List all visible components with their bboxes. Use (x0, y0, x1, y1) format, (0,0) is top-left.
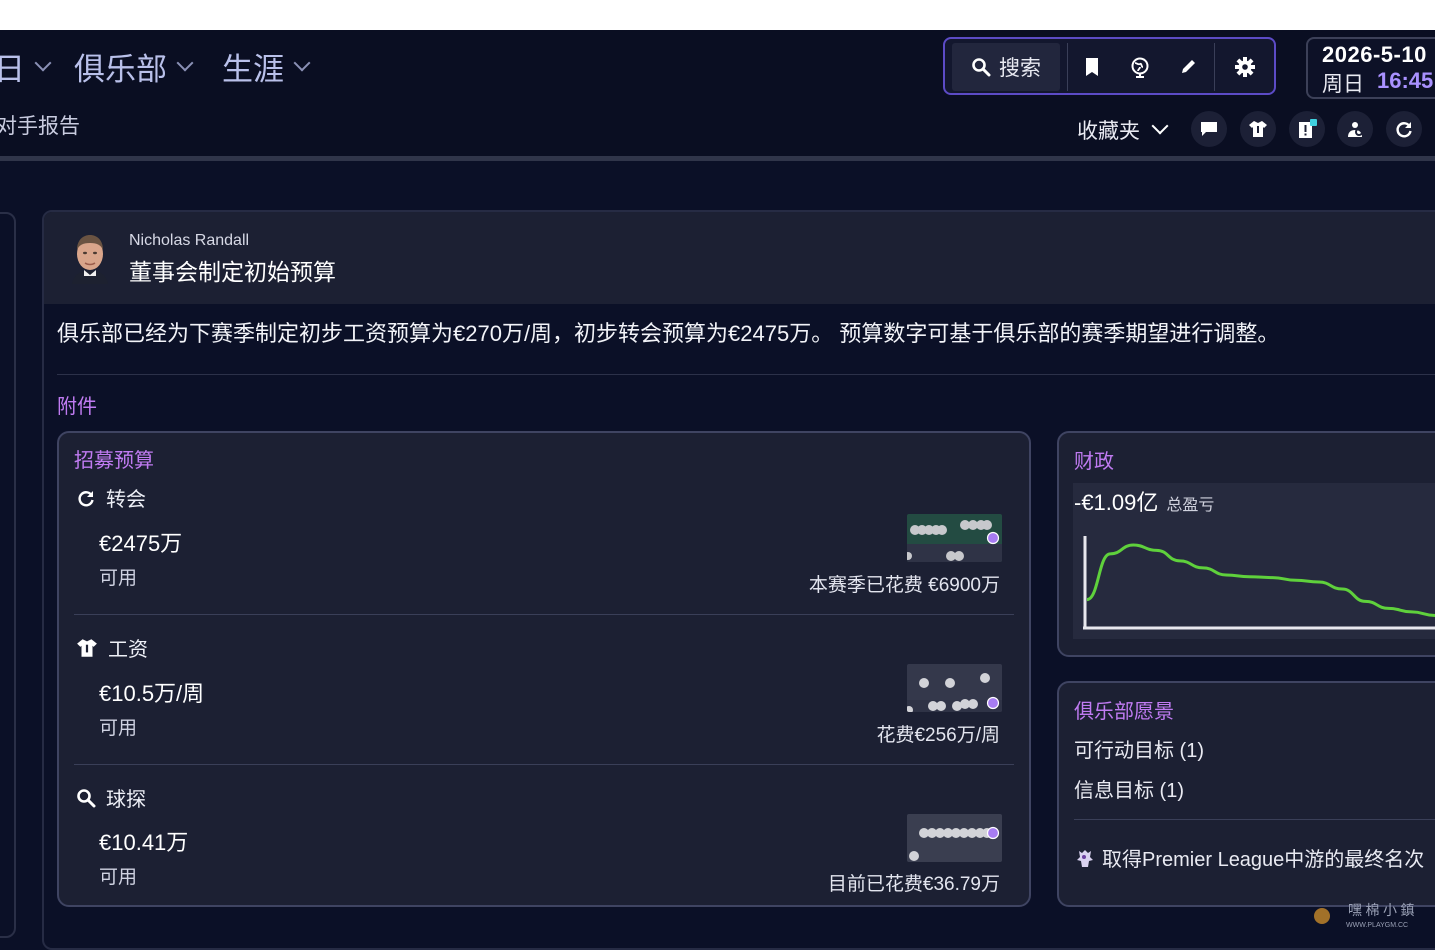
chevron-down-icon (176, 54, 194, 71)
world-button[interactable] (1117, 43, 1163, 91)
budget-title: 招募预算 (74, 450, 154, 472)
gear-icon (1235, 57, 1255, 77)
finance-value: -€1.09亿 (1074, 490, 1159, 515)
transfer-section-header: 转会 (76, 483, 146, 512)
vision-divider (1074, 819, 1435, 820)
globe-icon (1131, 57, 1149, 78)
finance-trend-line (1086, 543, 1435, 617)
toolbar-separator (1067, 43, 1068, 91)
news-button[interactable] (1289, 111, 1325, 147)
pencil-icon (1182, 60, 1195, 73)
watermark-logo: 嘿 棉 小 鎮 WWW.PLAYGM.CC (1314, 902, 1415, 929)
transfer-status: 可用 (99, 568, 138, 589)
shirt-icon (77, 638, 97, 657)
goal-text: 取得Premier League中游的最终名次 (1102, 849, 1425, 871)
left-side-panel (0, 212, 16, 938)
edit-button[interactable] (1165, 43, 1211, 91)
chevron-down-icon (293, 54, 311, 71)
messages-button[interactable] (1191, 111, 1227, 147)
sender-avatar (68, 230, 112, 284)
chevron-down-icon (1151, 117, 1169, 135)
search-icon (972, 58, 991, 77)
toolbar-separator (1214, 43, 1215, 91)
message-subject: 董事会制定初始预算 (129, 259, 336, 285)
scouting-mini-chart (907, 814, 1002, 862)
vision-goal: 取得Premier League中游的最终名次 (1074, 843, 1424, 872)
svg-text:嘿 棉 小 鎮: 嘿 棉 小 鎮 (1348, 902, 1415, 919)
nav-menu-club[interactable]: 俱乐部 (74, 44, 194, 89)
search-button[interactable]: 搜索 (952, 43, 1060, 91)
league-lion-icon (1077, 849, 1093, 867)
news-icon (1299, 119, 1317, 138)
nav-divider (0, 156, 1435, 161)
section-divider (74, 764, 1014, 765)
wage-section-header: 工资 (76, 633, 148, 662)
wage-mini-chart (907, 664, 1002, 712)
nav-label: 俱乐部 (74, 52, 167, 87)
scouting-spent: 目前已花费€36.79万 (827, 874, 1000, 895)
bookmark-icon (1086, 58, 1098, 76)
chevron-down-icon (34, 54, 52, 71)
message-divider (57, 374, 1435, 375)
attachments-label: 附件 (57, 396, 97, 418)
scouting-amount: €10.41万 (99, 830, 189, 855)
current-date: 2026-5-10 (1322, 42, 1427, 67)
section-name: 球探 (106, 789, 146, 811)
section-name: 转会 (106, 489, 146, 511)
sender-name: Nicholas Randall (129, 232, 250, 249)
refresh-icon (1396, 122, 1412, 138)
settings-button[interactable] (1222, 43, 1268, 91)
wage-amount: €10.5万/周 (99, 681, 205, 706)
favorites-dropdown[interactable]: 收藏夹 (1077, 115, 1169, 145)
transfer-mini-chart (907, 514, 1002, 562)
svg-text:WWW.PLAYGM.CC: WWW.PLAYGM.CC (1346, 922, 1408, 929)
shirt-icon (1249, 121, 1267, 137)
wage-spent: 花费€256万/周 (876, 725, 1000, 746)
transfer-amount: €2475万 (99, 531, 183, 556)
favorites-label: 收藏夹 (1077, 120, 1140, 143)
finance-title: 财政 (1074, 451, 1114, 473)
message-body: 俱乐部已经为下赛季制定初步工资预算为€270万/周，初步转会预算为€2475万。… (57, 321, 1280, 346)
nav-menu-today[interactable]: 日 (0, 44, 52, 89)
transfer-spent: 本赛季已花费 €6900万 (808, 575, 1000, 596)
current-time: 16:45 (1377, 68, 1434, 93)
refresh-icon (78, 490, 94, 506)
search-icon (77, 788, 96, 807)
section-divider (74, 614, 1014, 615)
bookmark-button[interactable] (1069, 43, 1115, 91)
search-label: 搜索 (999, 57, 1041, 80)
vision-title: 俱乐部愿景 (1074, 701, 1174, 723)
scout-icon (1348, 122, 1363, 137)
info-goals-link[interactable]: 信息目标 (1) (1074, 774, 1184, 803)
finance-trend-chart (1083, 536, 1435, 630)
refresh-button[interactable] (1386, 111, 1422, 147)
recruitment-budget-card[interactable] (57, 431, 1031, 907)
scouting-section-header: 球探 (76, 783, 146, 812)
browser-top-strip (0, 0, 1435, 31)
nav-label: 日 (0, 52, 25, 87)
subnav-opponent-report[interactable]: 对手报告 (0, 110, 80, 140)
chat-icon (1201, 122, 1217, 136)
finance-label: 总盈亏 (1166, 497, 1215, 514)
current-weekday: 周日 (1322, 73, 1364, 96)
nav-menu-career[interactable]: 生涯 (222, 44, 311, 89)
section-name: 工资 (108, 639, 148, 661)
scouting-status: 可用 (99, 867, 138, 888)
nav-label: 生涯 (222, 52, 284, 87)
actionable-goals-link[interactable]: 可行动目标 (1) (1074, 734, 1204, 763)
squad-button[interactable] (1240, 111, 1276, 147)
finance-total: -€1.09亿 总盈亏 (1074, 485, 1214, 517)
scouting-button[interactable] (1337, 111, 1373, 147)
wage-status: 可用 (99, 718, 138, 739)
